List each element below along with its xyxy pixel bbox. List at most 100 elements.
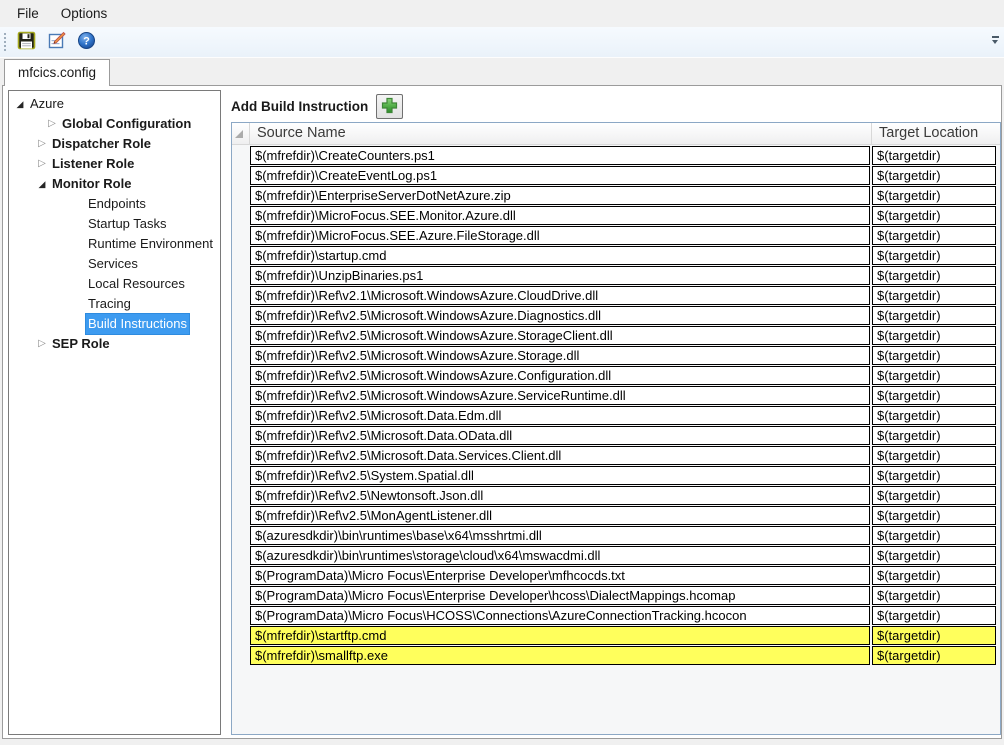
- tree-item-build-instructions[interactable]: Build Instructions: [9, 314, 220, 334]
- source-name-cell[interactable]: $(mfrefdir)\Ref\v2.5\MonAgentListener.dl…: [250, 506, 870, 525]
- target-location-cell[interactable]: $(targetdir): [872, 206, 996, 225]
- tree-item-monitor-role[interactable]: ◢ Monitor Role: [9, 174, 220, 194]
- table-row[interactable]: $(mfrefdir)\Ref\v2.5\Newtonsoft.Json.dll…: [232, 486, 1000, 506]
- tree-expander-icon[interactable]: ▷: [35, 154, 49, 174]
- source-name-cell[interactable]: $(mfrefdir)\UnzipBinaries.ps1: [250, 266, 870, 285]
- tree-item-startup-tasks[interactable]: Startup Tasks: [9, 214, 220, 234]
- table-row[interactable]: $(mfrefdir)\Ref\v2.5\Microsoft.WindowsAz…: [232, 326, 1000, 346]
- source-name-cell[interactable]: $(mfrefdir)\Ref\v2.5\Newtonsoft.Json.dll: [250, 486, 870, 505]
- source-name-cell[interactable]: $(azuresdkdir)\bin\runtimes\storage\clou…: [250, 546, 870, 565]
- target-location-cell[interactable]: $(targetdir): [872, 586, 996, 605]
- table-row[interactable]: $(mfrefdir)\Ref\v2.5\Microsoft.WindowsAz…: [232, 386, 1000, 406]
- table-row[interactable]: $(mfrefdir)\MicroFocus.SEE.Azure.FileSto…: [232, 226, 1000, 246]
- tree-expander-icon[interactable]: ◢: [35, 174, 49, 194]
- target-location-cell[interactable]: $(targetdir): [872, 146, 996, 165]
- table-row[interactable]: $(mfrefdir)\Ref\v2.5\Microsoft.WindowsAz…: [232, 366, 1000, 386]
- help-button[interactable]: ?: [73, 30, 99, 55]
- table-row[interactable]: $(mfrefdir)\Ref\v2.5\Microsoft.Data.Serv…: [232, 446, 1000, 466]
- target-location-cell[interactable]: $(targetdir): [872, 486, 996, 505]
- source-name-cell[interactable]: $(mfrefdir)\Ref\v2.5\System.Spatial.dll: [250, 466, 870, 485]
- tree-item-global-configuration[interactable]: ▷ Global Configuration: [9, 114, 220, 134]
- menu-file[interactable]: File: [6, 2, 50, 25]
- table-row[interactable]: $(mfrefdir)\startftp.cmd $(targetdir): [232, 626, 1000, 646]
- tree-item-azure[interactable]: ◢ Azure: [9, 94, 220, 114]
- target-location-cell[interactable]: $(targetdir): [872, 446, 996, 465]
- source-name-cell[interactable]: $(ProgramData)\Micro Focus\HCOSS\Connect…: [250, 606, 870, 625]
- source-name-cell[interactable]: $(mfrefdir)\startftp.cmd: [250, 626, 870, 645]
- source-name-cell[interactable]: $(mfrefdir)\CreateCounters.ps1: [250, 146, 870, 165]
- source-name-cell[interactable]: $(mfrefdir)\Ref\v2.5\Microsoft.Data.Serv…: [250, 446, 870, 465]
- tree-item-local-resources[interactable]: Local Resources: [9, 274, 220, 294]
- save-button[interactable]: [13, 30, 39, 55]
- target-location-cell[interactable]: $(targetdir): [872, 506, 996, 525]
- target-location-cell[interactable]: $(targetdir): [872, 306, 996, 325]
- table-row[interactable]: $(mfrefdir)\Ref\v2.5\MonAgentListener.dl…: [232, 506, 1000, 526]
- target-location-cell[interactable]: $(targetdir): [872, 546, 996, 565]
- tree-expander-icon[interactable]: ▷: [35, 334, 49, 354]
- target-location-cell[interactable]: $(targetdir): [872, 246, 996, 265]
- column-header-target-location[interactable]: Target Location: [872, 123, 1000, 144]
- source-name-cell[interactable]: $(mfrefdir)\Ref\v2.5\Microsoft.WindowsAz…: [250, 346, 870, 365]
- tree-item-endpoints[interactable]: Endpoints: [9, 194, 220, 214]
- target-location-cell[interactable]: $(targetdir): [872, 166, 996, 185]
- target-location-cell[interactable]: $(targetdir): [872, 646, 996, 665]
- table-row[interactable]: $(mfrefdir)\Ref\v2.5\Microsoft.Data.ODat…: [232, 426, 1000, 446]
- table-row[interactable]: $(mfrefdir)\MicroFocus.SEE.Monitor.Azure…: [232, 206, 1000, 226]
- table-row[interactable]: $(ProgramData)\Micro Focus\Enterprise De…: [232, 566, 1000, 586]
- target-location-cell[interactable]: $(targetdir): [872, 426, 996, 445]
- source-name-cell[interactable]: $(ProgramData)\Micro Focus\Enterprise De…: [250, 566, 870, 585]
- add-build-instruction-button[interactable]: [376, 94, 403, 119]
- table-row[interactable]: $(mfrefdir)\Ref\v2.5\Microsoft.WindowsAz…: [232, 346, 1000, 366]
- tab-mfcics-config[interactable]: mfcics.config: [4, 59, 110, 86]
- table-row[interactable]: $(mfrefdir)\CreateCounters.ps1 $(targetd…: [232, 146, 1000, 166]
- table-row[interactable]: $(ProgramData)\Micro Focus\HCOSS\Connect…: [232, 606, 1000, 626]
- table-row[interactable]: $(mfrefdir)\Ref\v2.5\Microsoft.Data.Edm.…: [232, 406, 1000, 426]
- source-name-cell[interactable]: $(azuresdkdir)\bin\runtimes\base\x64\mss…: [250, 526, 870, 545]
- target-location-cell[interactable]: $(targetdir): [872, 186, 996, 205]
- tree-expander-icon[interactable]: ▷: [35, 134, 49, 154]
- tree-item-runtime-environment[interactable]: Runtime Environment: [9, 234, 220, 254]
- source-name-cell[interactable]: $(mfrefdir)\MicroFocus.SEE.Monitor.Azure…: [250, 206, 870, 225]
- tree-item-services[interactable]: Services: [9, 254, 220, 274]
- source-name-cell[interactable]: $(mfrefdir)\Ref\v2.1\Microsoft.WindowsAz…: [250, 286, 870, 305]
- source-name-cell[interactable]: $(mfrefdir)\Ref\v2.5\Microsoft.WindowsAz…: [250, 306, 870, 325]
- source-name-cell[interactable]: $(ProgramData)\Micro Focus\Enterprise De…: [250, 586, 870, 605]
- source-name-cell[interactable]: $(mfrefdir)\Ref\v2.5\Microsoft.Data.ODat…: [250, 426, 870, 445]
- target-location-cell[interactable]: $(targetdir): [872, 606, 996, 625]
- tree-item-listener-role[interactable]: ▷ Listener Role: [9, 154, 220, 174]
- target-location-cell[interactable]: $(targetdir): [872, 326, 996, 345]
- tree-expander-icon[interactable]: ◢: [13, 94, 27, 114]
- source-name-cell[interactable]: $(mfrefdir)\MicroFocus.SEE.Azure.FileSto…: [250, 226, 870, 245]
- tree-expander-icon[interactable]: ▷: [45, 114, 59, 134]
- toolbar-overflow-button[interactable]: [989, 36, 1001, 44]
- target-location-cell[interactable]: $(targetdir): [872, 406, 996, 425]
- tree-item-sep-role[interactable]: ▷ SEP Role: [9, 334, 220, 354]
- toolbar-grip-icon[interactable]: [4, 33, 8, 51]
- select-all-corner-cell[interactable]: [232, 123, 250, 144]
- source-name-cell[interactable]: $(mfrefdir)\CreateEventLog.ps1: [250, 166, 870, 185]
- table-row[interactable]: $(mfrefdir)\CreateEventLog.ps1 $(targetd…: [232, 166, 1000, 186]
- source-name-cell[interactable]: $(mfrefdir)\startup.cmd: [250, 246, 870, 265]
- source-name-cell[interactable]: $(mfrefdir)\smallftp.exe: [250, 646, 870, 665]
- edit-button[interactable]: [43, 30, 69, 55]
- source-name-cell[interactable]: $(mfrefdir)\Ref\v2.5\Microsoft.WindowsAz…: [250, 386, 870, 405]
- target-location-cell[interactable]: $(targetdir): [872, 366, 996, 385]
- menu-options[interactable]: Options: [50, 2, 119, 25]
- table-row[interactable]: $(mfrefdir)\Ref\v2.5\Microsoft.WindowsAz…: [232, 306, 1000, 326]
- table-row[interactable]: $(azuresdkdir)\bin\runtimes\storage\clou…: [232, 546, 1000, 566]
- target-location-cell[interactable]: $(targetdir): [872, 346, 996, 365]
- table-row[interactable]: $(mfrefdir)\Ref\v2.5\System.Spatial.dll …: [232, 466, 1000, 486]
- target-location-cell[interactable]: $(targetdir): [872, 286, 996, 305]
- target-location-cell[interactable]: $(targetdir): [872, 226, 996, 245]
- column-header-source-name[interactable]: Source Name: [250, 123, 872, 144]
- table-row[interactable]: $(ProgramData)\Micro Focus\Enterprise De…: [232, 586, 1000, 606]
- table-row[interactable]: $(mfrefdir)\EnterpriseServerDotNetAzure.…: [232, 186, 1000, 206]
- source-name-cell[interactable]: $(mfrefdir)\EnterpriseServerDotNetAzure.…: [250, 186, 870, 205]
- target-location-cell[interactable]: $(targetdir): [872, 466, 996, 485]
- table-row[interactable]: $(mfrefdir)\UnzipBinaries.ps1 $(targetdi…: [232, 266, 1000, 286]
- tree-item-tracing[interactable]: Tracing: [9, 294, 220, 314]
- tree-item-dispatcher-role[interactable]: ▷ Dispatcher Role: [9, 134, 220, 154]
- target-location-cell[interactable]: $(targetdir): [872, 386, 996, 405]
- table-row[interactable]: $(mfrefdir)\Ref\v2.1\Microsoft.WindowsAz…: [232, 286, 1000, 306]
- table-row[interactable]: $(mfrefdir)\startup.cmd $(targetdir): [232, 246, 1000, 266]
